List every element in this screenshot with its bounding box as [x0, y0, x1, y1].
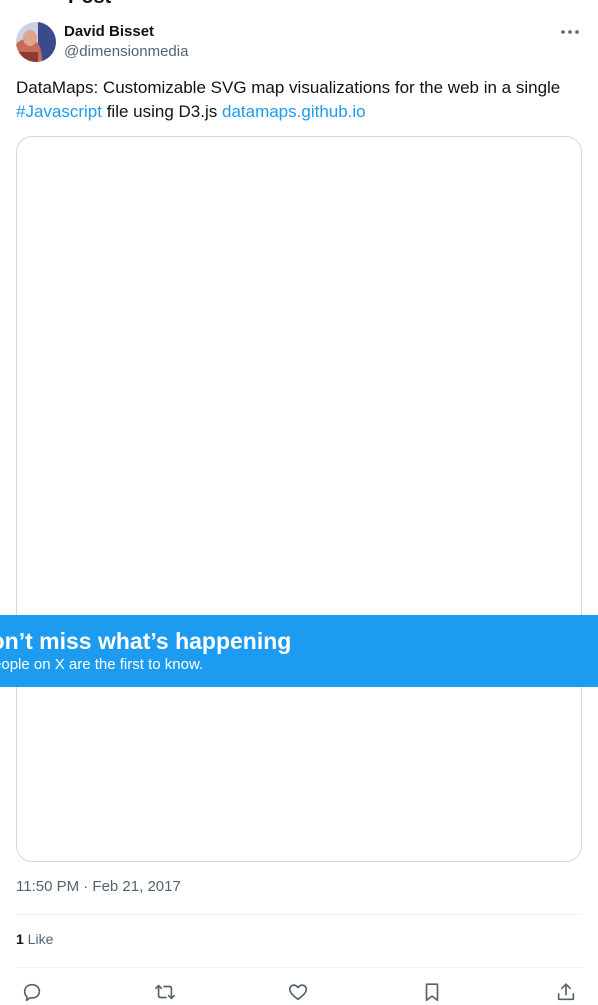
divider [16, 914, 582, 915]
tweet-author: David Bisset @dimensionmedia [16, 22, 582, 64]
signup-banner: Don’t miss what’s happening People on X … [0, 615, 598, 687]
url-link[interactable]: datamaps.github.io [222, 102, 366, 121]
likes-number: 1 [16, 931, 24, 947]
repost-icon[interactable] [154, 980, 176, 1004]
tweet-text: DataMaps: Customizable SVG map visualiza… [16, 76, 586, 124]
tweet-text-part: file using D3.js [101, 102, 222, 121]
divider [16, 967, 582, 968]
tweet-text-part: DataMaps: Customizable SVG map visualiza… [16, 78, 561, 97]
reply-icon[interactable] [21, 980, 43, 1004]
link-preview-card[interactable] [16, 136, 582, 862]
hashtag-link[interactable]: #Javascript [16, 102, 102, 121]
share-icon[interactable] [555, 980, 577, 1004]
likes-label: Like [23, 931, 54, 947]
banner-subtitle: People on X are the first to know. [0, 656, 204, 673]
author-handle[interactable]: @dimensionmedia [64, 43, 188, 60]
heart-icon[interactable] [287, 980, 309, 1004]
banner-title: Don’t miss what’s happening [0, 628, 292, 654]
bookmark-icon[interactable] [421, 980, 443, 1004]
tweet-timestamp[interactable]: 11:50 PM · Feb 21, 2017 [16, 878, 181, 895]
tweet-actions [16, 980, 582, 1004]
author-name[interactable]: David Bisset [64, 23, 154, 40]
more-dots-icon[interactable] [558, 22, 582, 42]
page-header-title: Post [68, 0, 111, 9]
avatar[interactable] [16, 22, 56, 62]
likes-count[interactable]: 1 Like [16, 931, 53, 947]
